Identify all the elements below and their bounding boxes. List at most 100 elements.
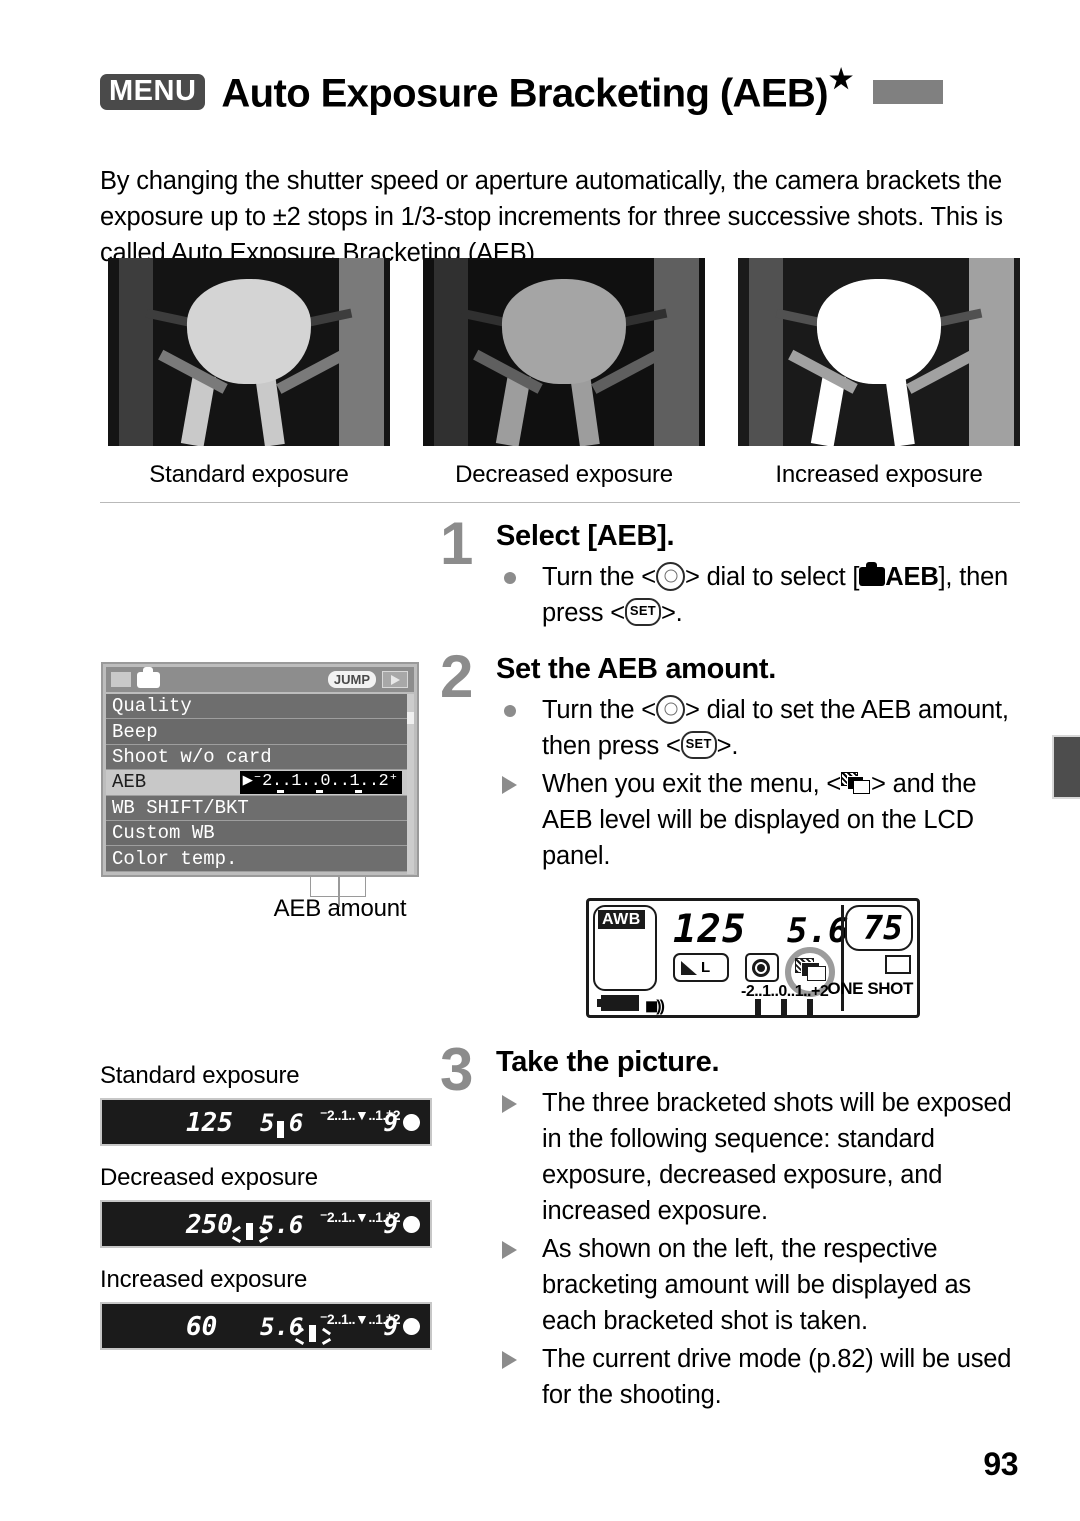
dial-icon xyxy=(656,561,685,591)
sample-photo-decreased xyxy=(423,258,705,446)
sample-photo-increased xyxy=(738,258,1020,446)
step-number: 2 xyxy=(440,643,474,710)
intro-paragraph: By changing the shutter speed or apertur… xyxy=(100,166,1003,267)
page-title: Auto Exposure Bracketing (AEB)★ xyxy=(221,64,853,116)
lcd-drive-mode: ONE SHOT xyxy=(827,979,913,998)
strip-focus-confirm-icon xyxy=(403,1318,420,1335)
photo-caption: Decreased exposure xyxy=(455,461,673,488)
dial-icon xyxy=(656,694,685,724)
photo-caption: Increased exposure xyxy=(775,461,983,488)
page-header: MENU Auto Exposure Bracketing (AEB)★ xyxy=(100,62,1020,122)
step-2: 2 Set the AEB amount. Turn the < > dial t… xyxy=(440,647,1020,874)
strip-label: Decreased exposure xyxy=(100,1164,318,1191)
section-divider xyxy=(100,502,1020,503)
menu-row-label: WB SHIFT/BKT xyxy=(112,796,249,819)
playback-icon[interactable] xyxy=(382,671,408,688)
step-heading: Select [AEB]. xyxy=(496,520,675,552)
jump-badge[interactable]: JUMP xyxy=(327,671,376,688)
bullet-text-pre: Turn the < xyxy=(542,563,656,591)
metering-icon xyxy=(745,953,779,982)
bullet-text-end: >. xyxy=(660,599,683,627)
set-icon: SET xyxy=(680,731,717,760)
lcd-shutter-speed: 125 xyxy=(673,907,747,952)
menu-tab-bar: JUMP xyxy=(106,666,414,692)
aeb-bracket-icon xyxy=(795,958,827,982)
strip-shots-remaining: 9 xyxy=(383,1109,398,1137)
strip-shutter-speed: 125 xyxy=(186,1108,233,1138)
menu-list: Quality Beep Shoot w/o card AEB ▶⁻2..1..… xyxy=(106,694,414,874)
menu-row-label: Custom WB xyxy=(112,822,215,845)
set-icon: SET xyxy=(624,598,661,627)
strip-focus-confirm-icon xyxy=(403,1114,420,1131)
lcd-aeb-level-bars xyxy=(755,999,835,1015)
menu-row-color-temp[interactable]: Color temp. xyxy=(106,846,414,872)
strip-level-marker xyxy=(309,1325,316,1342)
sample-photo-cell: Decreased exposure xyxy=(423,258,705,489)
menu-row-label: Quality xyxy=(112,695,192,718)
sample-photo-row: Standard exposure Decreased exposure Inc… xyxy=(108,258,1020,489)
exposure-strip-list: Standard exposure 125 5.6 ⁻2..1..▼..1.⁺2… xyxy=(100,1062,435,1368)
lcd-panel: AWB ◼)) 125 5.6 75 L ONE SHOT -2..1..0..… xyxy=(586,898,920,1018)
menu-scrollbar-thumb[interactable] xyxy=(407,712,414,724)
bullet-dot-icon xyxy=(504,572,516,584)
step-bullet: As shown on the left, the respective bra… xyxy=(496,1231,1020,1339)
exposure-strip-increased: 60 5.6 ⁻2..1..▼..1.⁺2 9 xyxy=(100,1302,432,1350)
step-heading: Set the AEB amount. xyxy=(496,653,777,685)
menu-row-beep[interactable]: Beep xyxy=(106,719,414,745)
header-rule xyxy=(872,80,943,104)
strip-label: Increased exposure xyxy=(100,1266,308,1293)
step-bullet: When you exit the menu, < > and the AEB l… xyxy=(496,766,1020,874)
strip-focus-confirm-icon xyxy=(403,1216,420,1233)
menu-row-label: AEB xyxy=(112,771,147,794)
menu-row-quality[interactable]: Quality xyxy=(106,694,414,720)
menu-scrollbar[interactable] xyxy=(407,694,414,874)
bullet-text-pre: Turn the < xyxy=(542,696,656,724)
strip-shutter-speed: 60 xyxy=(186,1312,218,1342)
bullet-text-mid: > dial to select [ xyxy=(685,563,860,591)
bullet-triangle-icon xyxy=(502,1241,517,1259)
sample-photo-cell: Increased exposure xyxy=(738,258,1020,489)
bullet-text: The current drive mode (p.82) will be us… xyxy=(542,1345,1012,1409)
lcd-quality-icon: L xyxy=(673,953,729,982)
step-bullet: The three bracketed shots will be expose… xyxy=(496,1085,1020,1229)
step-number: 1 xyxy=(440,510,474,577)
photo-caption: Standard exposure xyxy=(149,461,349,488)
menu-row-custom-wb[interactable]: Custom WB xyxy=(106,820,414,847)
strip-shutter-speed: 250 xyxy=(186,1210,233,1240)
lcd-drive-icon xyxy=(885,955,911,974)
menu-row-aeb[interactable]: AEB ▶⁻2..1..0..1..2⁺ xyxy=(106,770,414,796)
menu-row-label: Color temp. xyxy=(112,847,238,870)
menu-row-shoot-wo-card[interactable]: Shoot w/o card xyxy=(106,744,414,771)
strip-shots-remaining: 9 xyxy=(383,1211,398,1239)
aeb-scale-ticks xyxy=(243,789,398,794)
star-icon: ★ xyxy=(828,63,853,94)
bullet-triangle-icon xyxy=(502,1095,517,1113)
awb-badge: AWB xyxy=(598,910,645,929)
step-heading: Take the picture. xyxy=(496,1046,720,1078)
lcd-shots-remaining: 75 xyxy=(863,908,903,947)
menu-tab-blank[interactable] xyxy=(111,672,131,687)
bullet-triangle-icon xyxy=(502,776,517,794)
bullet-text-end: >. xyxy=(716,732,739,760)
step-number: 3 xyxy=(440,1036,474,1103)
camera-menu-screen: JUMP Quality Beep Shoot w/o card AEB ▶⁻2… xyxy=(101,662,419,877)
chapter-edge-tab xyxy=(1052,735,1080,799)
step-3: 3 Take the picture. The three bracketed … xyxy=(440,1040,1020,1413)
camera-tab-icon[interactable] xyxy=(137,666,160,688)
page-title-text: Auto Exposure Bracketing (AEB) xyxy=(221,71,828,116)
strip-level-marker xyxy=(277,1121,284,1138)
bullet-text: As shown on the left, the respective bra… xyxy=(542,1235,971,1335)
strip-label: Standard exposure xyxy=(100,1062,300,1089)
step-bullet: Turn the < > dial to set the AEB amount, … xyxy=(496,692,1020,764)
beep-icon: ◼)) xyxy=(645,998,665,1015)
menu-row-label: Shoot w/o card xyxy=(112,745,272,768)
sample-photo-cell: Standard exposure xyxy=(108,258,390,489)
step-bullet: Turn the < > dial to select [AEB], then p… xyxy=(496,559,1020,631)
menu-badge-icon: MENU xyxy=(100,74,206,110)
bullet-triangle-icon xyxy=(502,1351,517,1369)
strip-shots-remaining: 9 xyxy=(383,1313,398,1341)
step-1: 1 Select [AEB]. Turn the < > dial to sele… xyxy=(440,514,1020,631)
aeb-value-scale[interactable]: ▶⁻2..1..0..1..2⁺ xyxy=(239,771,402,795)
menu-row-wb-shift-bkt[interactable]: WB SHIFT/BKT xyxy=(106,795,414,821)
strip-level-marker xyxy=(246,1223,253,1240)
